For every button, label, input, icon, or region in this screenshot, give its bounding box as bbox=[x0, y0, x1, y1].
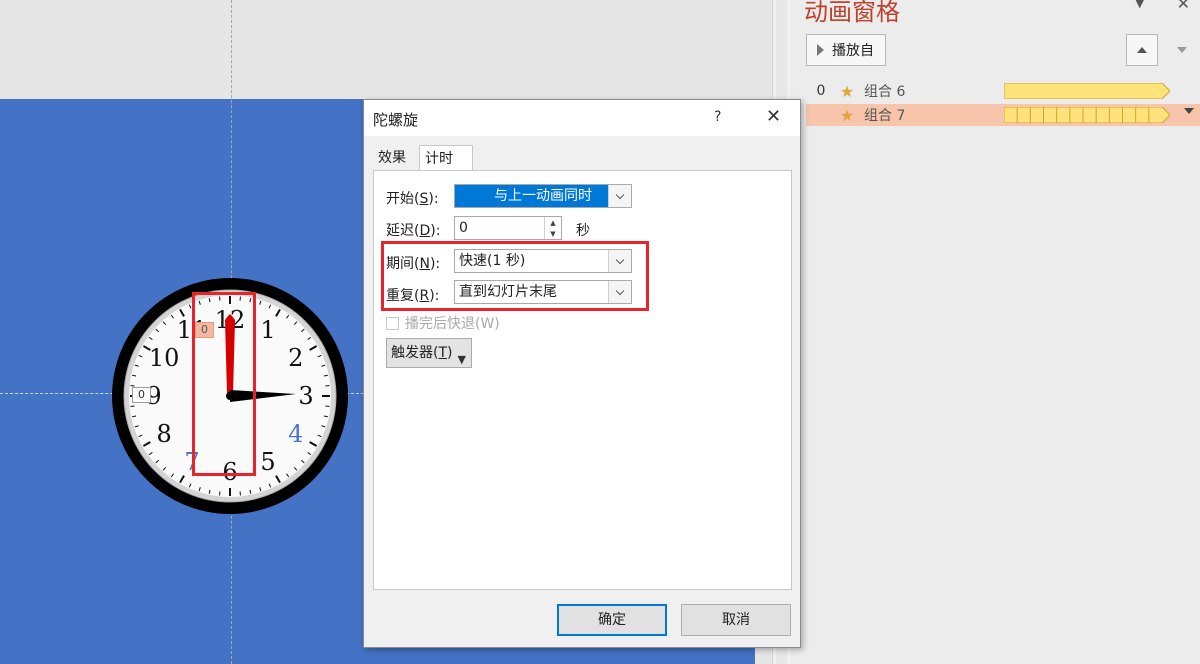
tab-effect[interactable]: 效果 bbox=[373, 145, 419, 171]
animation-list-item[interactable]: ★ 组合 7 bbox=[806, 104, 1200, 126]
rewind-label: 播完后快退(W) bbox=[405, 316, 500, 332]
move-down-button[interactable] bbox=[1166, 34, 1198, 66]
delay-value: 0 bbox=[459, 220, 468, 236]
play-icon bbox=[817, 44, 824, 56]
animation-list-item[interactable]: 0 ★ 组合 6 bbox=[806, 80, 1200, 102]
animation-tag[interactable]: 0 bbox=[132, 387, 151, 403]
timing-dialog: 陀螺旋 ? ✕ 效果 计时 开始(S): 与上一动画同时 延迟(D): 0 ▲ … bbox=[363, 99, 801, 648]
tab-timing[interactable]: 计时 bbox=[419, 145, 473, 172]
pane-title: 动画窗格 bbox=[804, 0, 900, 26]
chevron-down-icon[interactable] bbox=[1184, 108, 1194, 114]
delay-spinner[interactable]: 0 ▲ ▼ bbox=[454, 216, 562, 240]
close-icon[interactable]: ✕ bbox=[1177, 0, 1190, 13]
cancel-button[interactable]: 取消 bbox=[681, 604, 791, 636]
timeline-bar[interactable] bbox=[1004, 107, 1170, 123]
play-from-button[interactable]: 播放自 bbox=[806, 34, 886, 66]
selection-highlight-box bbox=[192, 292, 256, 476]
animation-item-label: 组合 7 bbox=[864, 108, 906, 124]
rewind-checkbox[interactable]: 播完后快退(W) bbox=[386, 313, 500, 333]
help-button[interactable]: ? bbox=[714, 109, 721, 125]
delay-unit: 秒 bbox=[576, 223, 590, 239]
dialog-titlebar: 陀螺旋 ? ✕ bbox=[364, 100, 800, 136]
arrow-down-icon bbox=[1177, 47, 1187, 53]
timeline-bar[interactable] bbox=[1004, 83, 1170, 99]
star-icon: ★ bbox=[839, 105, 855, 125]
animation-item-label: 组合 6 bbox=[864, 84, 906, 100]
highlight-box bbox=[381, 241, 649, 311]
chevron-down-icon bbox=[608, 185, 631, 207]
checkbox-box[interactable] bbox=[386, 316, 399, 330]
spin-down-icon[interactable]: ▼ bbox=[545, 228, 561, 239]
play-from-label: 播放自 bbox=[832, 43, 874, 59]
move-up-button[interactable] bbox=[1126, 34, 1158, 66]
start-label: 开始(S): bbox=[386, 191, 439, 207]
animation-pane: 动画窗格 ▼ ✕ 播放自 0 ★ 组合 6 ★ 组合 7 bbox=[790, 0, 1200, 664]
delay-label: 延迟(D): bbox=[386, 223, 441, 239]
animation-index: 0 bbox=[816, 83, 826, 99]
double-chevron-down-icon: ▼ bbox=[457, 353, 466, 366]
dialog-title: 陀螺旋 bbox=[373, 111, 419, 129]
trigger-button[interactable]: 触发器(T) ▼ bbox=[386, 338, 472, 368]
start-value: 与上一动画同时 bbox=[494, 188, 592, 204]
star-icon: ★ bbox=[839, 81, 855, 101]
arrow-up-icon bbox=[1137, 47, 1147, 53]
ok-button[interactable]: 确定 bbox=[557, 604, 667, 636]
close-icon[interactable]: ✕ bbox=[766, 106, 781, 127]
pane-options-icon[interactable]: ▼ bbox=[1136, 0, 1144, 10]
start-select[interactable]: 与上一动画同时 bbox=[454, 184, 632, 208]
